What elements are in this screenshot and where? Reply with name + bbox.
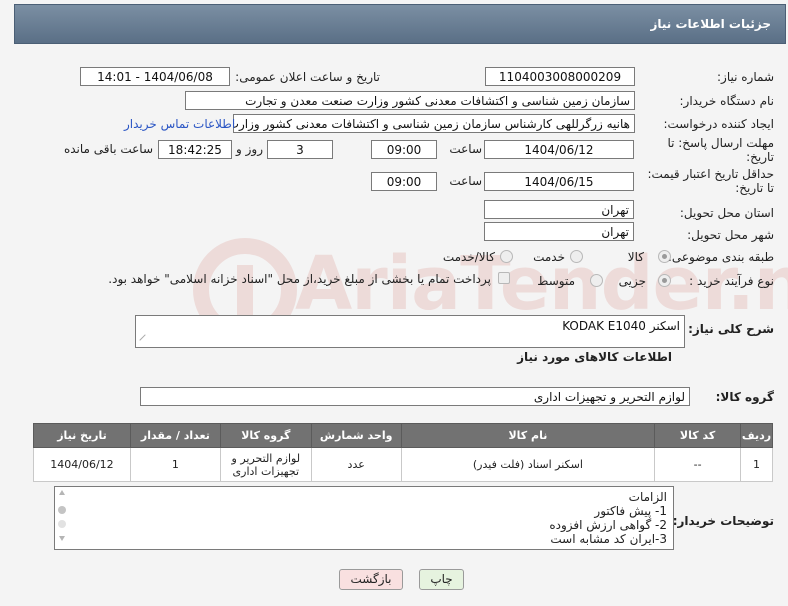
need-number-label: شماره نیاز: — [717, 70, 774, 84]
col-group: گروه کالا — [219, 423, 312, 448]
note-line: 3-ایران کد مشابه است — [550, 532, 667, 546]
col-row: ردیف — [740, 423, 773, 448]
note-line: الزامات — [628, 490, 667, 504]
reply-days-field[interactable]: 3 — [267, 140, 333, 159]
table-header-row: ردیف کد کالا نام کالا واحد شمارش گروه کا… — [33, 423, 773, 448]
buyer-org-field[interactable]: سازمان زمین شناسی و اکتشافات معدنی کشور … — [185, 91, 635, 110]
price-deadline-label: حداقل تاریخ اعتبار قیمت: — [647, 167, 774, 181]
remaining-time-field[interactable]: 18:42:25 — [158, 140, 232, 159]
purchase-minor-label: جزیی — [618, 274, 646, 288]
purchase-medium-radio[interactable] — [590, 274, 603, 287]
cell-group-line1: لوازم التحریر و — [231, 451, 301, 465]
reply-deadline-label: مهلت ارسال پاسخ: تا — [667, 136, 774, 150]
purchase-medium-label: متوسط — [537, 274, 575, 288]
scroll-track-icon — [58, 520, 66, 528]
treasury-payment-note: پرداخت تمام یا بخشی از مبلغ خرید،از محل … — [108, 272, 491, 286]
category-service-label: خدمت — [533, 250, 565, 264]
requester-field[interactable]: هانیه زرگرللهی کارشناس سازمان زمین شناسی… — [233, 114, 635, 133]
reply-date-field[interactable]: 1404/06/12 — [484, 140, 634, 159]
table-row[interactable]: 1 -- اسکنر اسناد (فلت فیدر) عدد لوازم ال… — [33, 447, 773, 482]
col-code: کد کالا — [654, 423, 742, 448]
category-label: طبقه بندی موضوعی: — [667, 250, 774, 264]
note-line: 2- گواهی ارزش افزوده — [549, 518, 667, 532]
goods-group-field[interactable]: لوازم التحریر و تجهیزات اداری — [140, 387, 690, 406]
delivery-province-field[interactable]: تهران — [484, 200, 634, 219]
delivery-city-field[interactable]: تهران — [484, 222, 634, 241]
scroll-down-icon[interactable] — [59, 536, 65, 541]
page-title: جزئیات اطلاعات نیاز — [650, 17, 771, 31]
note-line: 1- پیش فاکتور — [594, 504, 667, 518]
cell-unit: عدد — [310, 447, 402, 482]
announce-label: تاریخ و ساعت اعلان عمومی: — [235, 70, 380, 84]
category-both-radio[interactable] — [500, 250, 513, 263]
treasury-payment-checkbox[interactable] — [498, 272, 510, 284]
days-label: روز و — [236, 142, 263, 156]
goods-table: ردیف کد کالا نام کالا واحد شمارش گروه کا… — [33, 423, 773, 482]
reply-time-label: ساعت — [449, 142, 482, 156]
requester-label: ایجاد کننده درخواست: — [663, 117, 774, 131]
description-label: شرح کلی نیاز: — [688, 322, 774, 336]
category-goods-label: کالا — [627, 250, 644, 264]
cell-date: 1404/06/12 — [33, 447, 131, 482]
description-field[interactable]: اسکنر KODAK E1040 — [135, 315, 685, 348]
delivery-city-label: شهر محل تحویل: — [687, 228, 774, 242]
reply-deadline-label-2: تاریخ: — [746, 150, 774, 164]
col-qty: تعداد / مقدار — [129, 423, 221, 448]
scroll-thumb-icon[interactable] — [58, 506, 66, 514]
cell-group: لوازم التحریر و تجهیزات اداری — [219, 447, 312, 482]
buyer-notes-label: توضیحات خریدار: — [672, 514, 774, 528]
col-name: نام کالا — [400, 423, 656, 448]
print-button[interactable]: چاپ — [419, 569, 464, 590]
cell-group-line2: تجهیزات اداری — [232, 464, 300, 478]
page-header: جزئیات اطلاعات نیاز — [14, 4, 786, 44]
price-time-field[interactable]: 09:00 — [371, 172, 437, 191]
category-service-radio[interactable] — [570, 250, 583, 263]
cell-name: اسکنر اسناد (فلت فیدر) — [400, 447, 656, 482]
cell-row: 1 — [740, 447, 773, 482]
category-goods-radio[interactable] — [658, 250, 671, 263]
scroll-up-icon[interactable] — [59, 490, 65, 495]
buyer-org-label: نام دستگاه خریدار: — [679, 94, 775, 108]
cell-qty: 1 — [129, 447, 221, 482]
need-number-field[interactable]: 1104003008000209 — [485, 67, 635, 86]
category-both-label: کالا/خدمت — [442, 250, 495, 264]
remaining-label: ساعت باقی مانده — [63, 142, 153, 156]
notes-scrollbar[interactable] — [57, 490, 67, 544]
goods-section-title: اطلاعات کالاهای مورد نیاز — [517, 350, 672, 364]
buyer-notes-field[interactable]: الزامات 1- پیش فاکتور 2- گواهی ارزش افزو… — [54, 486, 674, 550]
announce-field[interactable]: 1404/06/08 - 14:01 — [80, 67, 230, 86]
purchase-minor-radio[interactable] — [658, 274, 671, 287]
price-date-field[interactable]: 1404/06/15 — [484, 172, 634, 191]
price-time-label: ساعت — [449, 174, 482, 188]
buyer-contact-link[interactable]: اطلاعات تماس خریدار — [124, 117, 235, 131]
cell-code: -- — [654, 447, 742, 482]
reply-time-field[interactable]: 09:00 — [371, 140, 437, 159]
col-unit: واحد شمارش — [310, 423, 402, 448]
col-date: تاریخ نیاز — [33, 423, 131, 448]
goods-group-label: گروه کالا: — [715, 390, 774, 404]
price-deadline-label-2: تا تاریخ: — [735, 181, 774, 195]
purchase-type-label: نوع فرآیند خرید : — [689, 274, 774, 288]
back-button[interactable]: بازگشت — [339, 569, 403, 590]
delivery-province-label: استان محل تحویل: — [679, 206, 774, 220]
